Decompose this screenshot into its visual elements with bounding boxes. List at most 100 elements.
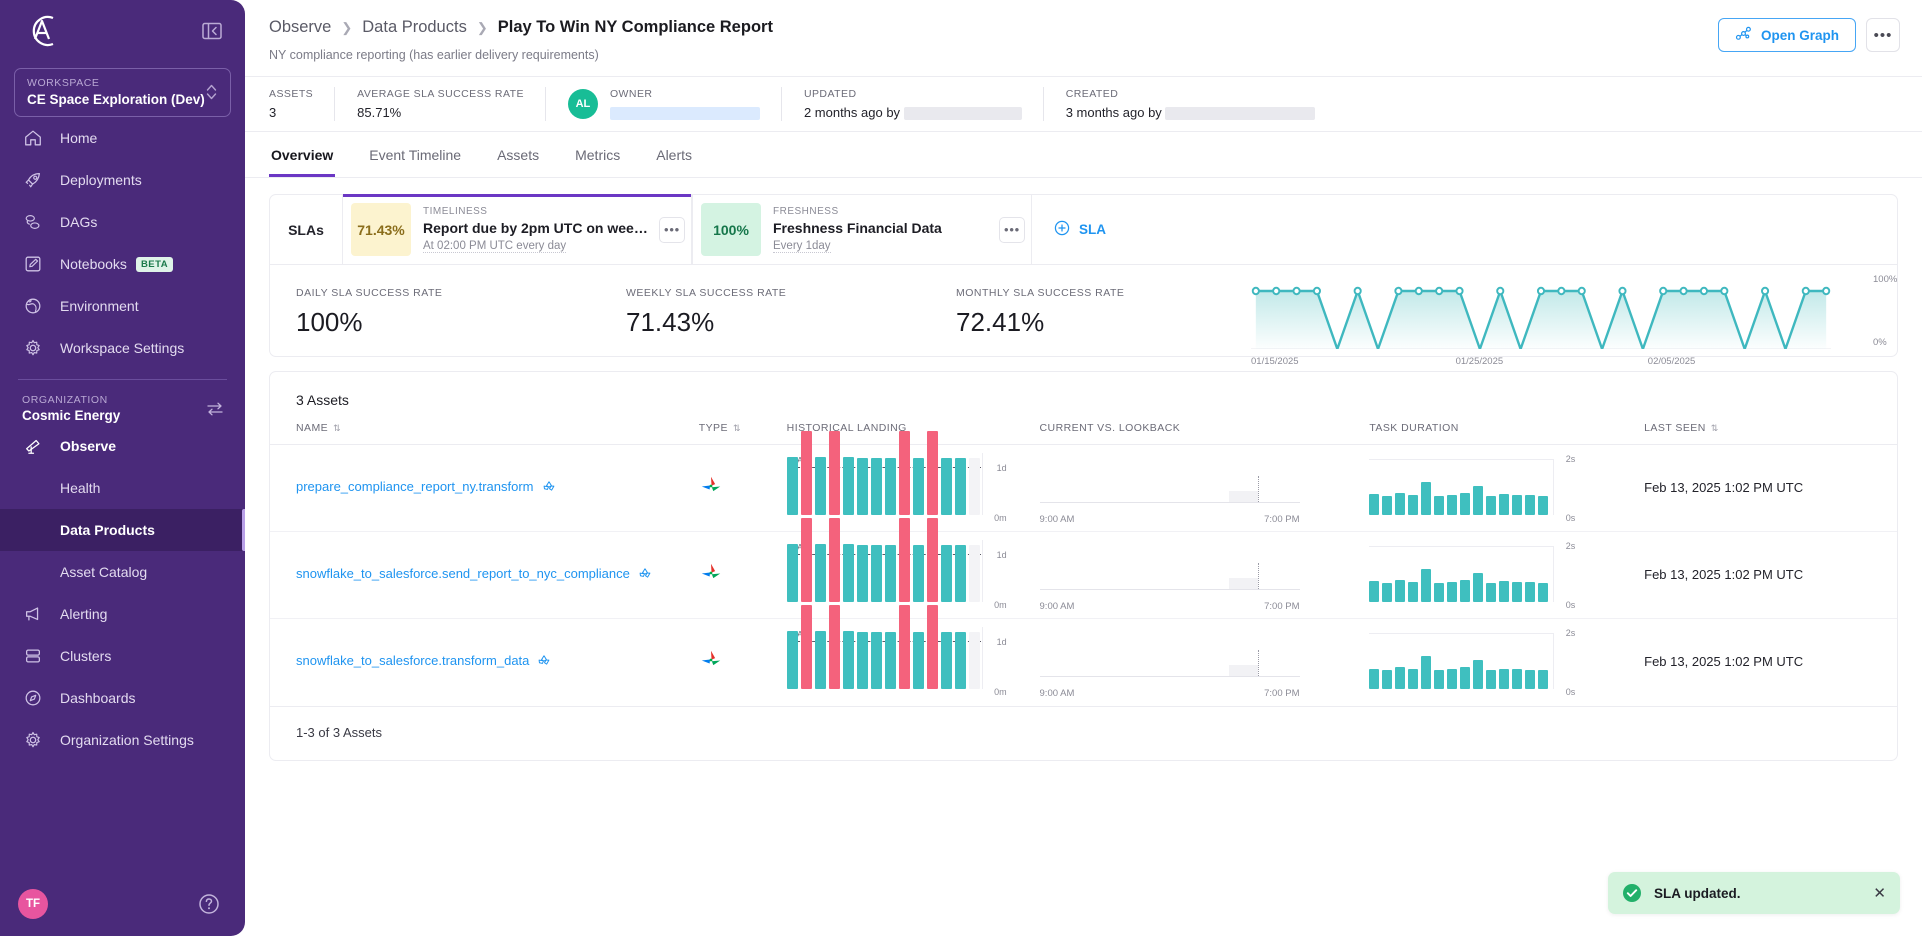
meta-value: 2 months ago by <box>804 105 1022 120</box>
tab-alerts[interactable]: Alerts <box>654 147 694 177</box>
task-bar <box>1473 486 1483 515</box>
lookback-block <box>1229 578 1258 589</box>
sidebar-item-asset-catalog[interactable]: Asset Catalog <box>0 551 245 593</box>
sidebar-item-environment[interactable]: Environment <box>0 285 245 327</box>
airflow-external-link-icon[interactable] <box>638 568 652 585</box>
hist-bar <box>843 631 854 689</box>
workspace-nav: Home Deployments DAGs Notebooks BETA E <box>0 117 245 369</box>
add-sla-button[interactable]: SLA <box>1032 195 1128 264</box>
gear-icon <box>22 729 44 751</box>
y-tick: 0m <box>994 600 1007 610</box>
cell-current-vs-lookback: 9:00 AM7:00 PM <box>1040 445 1370 532</box>
sidebar-item-alerting[interactable]: Alerting <box>0 593 245 635</box>
sidebar-item-notebooks[interactable]: Notebooks BETA <box>0 243 245 285</box>
collapse-sidebar-icon[interactable] <box>201 20 223 42</box>
hist-bar-empty <box>969 632 980 689</box>
open-graph-button[interactable]: Open Graph <box>1718 18 1856 52</box>
sidebar-item-dags[interactable]: DAGs <box>0 201 245 243</box>
table-row[interactable]: prepare_compliance_report_ny.transformSL… <box>270 445 1897 532</box>
switch-org-icon[interactable] <box>205 399 225 419</box>
hist-bar <box>815 457 826 515</box>
sort-icon: ⇅ <box>1711 423 1719 434</box>
task-bar <box>1525 495 1535 515</box>
sla-card-timeliness[interactable]: 71.43% TIMELINESS Report due by 2pm UTC … <box>342 195 692 264</box>
asset-link[interactable]: snowflake_to_salesforce.transform_data <box>296 653 529 668</box>
y-tick: 1d <box>997 463 1007 473</box>
sla-card-texts: TIMELINESS Report due by 2pm UTC on week… <box>423 206 653 254</box>
help-circle-icon[interactable] <box>197 892 221 916</box>
tab-overview[interactable]: Overview <box>269 147 335 177</box>
meta-key: OWNER <box>610 88 760 100</box>
hist-bar <box>913 458 924 515</box>
hist-bars <box>787 629 980 689</box>
sla-title: Report due by 2pm UTC on week... <box>423 220 653 236</box>
close-icon[interactable]: ✕ <box>1873 886 1886 901</box>
tab-event-timeline[interactable]: Event Timeline <box>367 147 463 177</box>
sidebar-item-data-products[interactable]: Data Products <box>0 509 245 551</box>
sidebar-item-home[interactable]: Home <box>0 117 245 159</box>
meta-assets: ASSETS 3 <box>269 88 335 120</box>
meta-key: AVERAGE SLA SUCCESS RATE <box>357 88 524 100</box>
more-options-button[interactable]: ••• <box>1866 18 1900 52</box>
col-header-type[interactable]: TYPE⇅ <box>699 408 787 445</box>
airflow-external-link-icon[interactable] <box>542 481 556 498</box>
workspace-selector[interactable]: WORKSPACE CE Space Exploration (Dev) <box>14 68 231 117</box>
sla-card-freshness[interactable]: 100% FRESHNESS Freshness Financial Data … <box>692 195 1032 264</box>
hist-bar <box>857 458 868 515</box>
task-bar <box>1512 495 1522 515</box>
breadcrumb-item-data-products[interactable]: Data Products <box>362 18 467 37</box>
task-bar <box>1434 496 1444 515</box>
airflow-external-link-icon[interactable] <box>537 655 551 672</box>
hist-bar <box>871 632 882 689</box>
sidebar-item-clusters[interactable]: Clusters <box>0 635 245 677</box>
sidebar-item-health[interactable]: Health <box>0 467 245 509</box>
historical-landing-chart: SLA1d0m <box>787 538 987 612</box>
sidebar-item-organization-settings[interactable]: Organization Settings <box>0 719 245 761</box>
task-duration-chart: 2s0s <box>1369 625 1559 699</box>
asset-link[interactable]: prepare_compliance_report_ny.transform <box>296 479 534 494</box>
sla-schedule: Every 1day <box>773 240 831 253</box>
hist-bar <box>857 632 868 689</box>
sidebar-item-dashboards[interactable]: Dashboards <box>0 677 245 719</box>
sidebar-item-workspace-settings[interactable]: Workspace Settings <box>0 327 245 369</box>
sidebar-item-label: Environment <box>60 298 139 314</box>
x-axis-labels: 9:00 AM7:00 PM <box>1040 688 1300 699</box>
x-tick: 02/05/2025 <box>1648 356 1696 367</box>
task-bar <box>1382 496 1392 515</box>
table-row[interactable]: snowflake_to_salesforce.transform_dataSL… <box>270 619 1897 706</box>
cell-name: prepare_compliance_report_ny.transform <box>270 445 699 532</box>
col-header-last-seen[interactable]: LAST SEEN ⇅ <box>1644 408 1897 445</box>
notebook-icon <box>22 253 44 275</box>
metadata-bar: ASSETS 3 AVERAGE SLA SUCCESS RATE 85.71%… <box>245 76 1922 132</box>
graph-icon <box>1735 25 1752 45</box>
sidebar-item-observe[interactable]: Observe <box>0 425 245 467</box>
baseline <box>1040 676 1300 677</box>
airflow-icon <box>699 485 723 502</box>
col-header-name[interactable]: NAME⇅ <box>270 408 699 445</box>
rate-monthly: MONTHLY SLA SUCCESS RATE 72.41% <box>956 287 1286 338</box>
cell-task-duration: 2s0s <box>1369 445 1644 532</box>
rate-weekly: WEEKLY SLA SUCCESS RATE 71.43% <box>626 287 956 338</box>
hist-bar <box>801 605 812 689</box>
col-label: LAST SEEN <box>1644 422 1706 434</box>
organization-selector[interactable]: ORGANIZATION Cosmic Energy <box>0 390 245 425</box>
sidebar-item-deployments[interactable]: Deployments <box>0 159 245 201</box>
asset-link[interactable]: snowflake_to_salesforce.send_report_to_n… <box>296 566 630 581</box>
sla-card-menu-button[interactable]: ••• <box>659 217 685 243</box>
tab-assets[interactable]: Assets <box>495 147 541 177</box>
cell-current-vs-lookback: 9:00 AM7:00 PM <box>1040 532 1370 619</box>
meta-key: UPDATED <box>804 88 1022 100</box>
task-bar <box>1369 494 1379 515</box>
user-avatar[interactable]: TF <box>18 889 48 919</box>
task-bar <box>1512 669 1522 689</box>
breadcrumb-item-observe[interactable]: Observe <box>269 18 331 37</box>
tab-metrics[interactable]: Metrics <box>573 147 622 177</box>
sidebar: WORKSPACE CE Space Exploration (Dev) Hom… <box>0 0 245 936</box>
sla-card-menu-button[interactable]: ••• <box>999 217 1025 243</box>
task-bar <box>1395 493 1405 515</box>
task-bar <box>1499 494 1509 515</box>
table-row[interactable]: snowflake_to_salesforce.send_report_to_n… <box>270 532 1897 619</box>
sidebar-item-label: Notebooks <box>60 256 127 272</box>
task-bar <box>1538 583 1548 602</box>
hist-bar <box>815 544 826 602</box>
